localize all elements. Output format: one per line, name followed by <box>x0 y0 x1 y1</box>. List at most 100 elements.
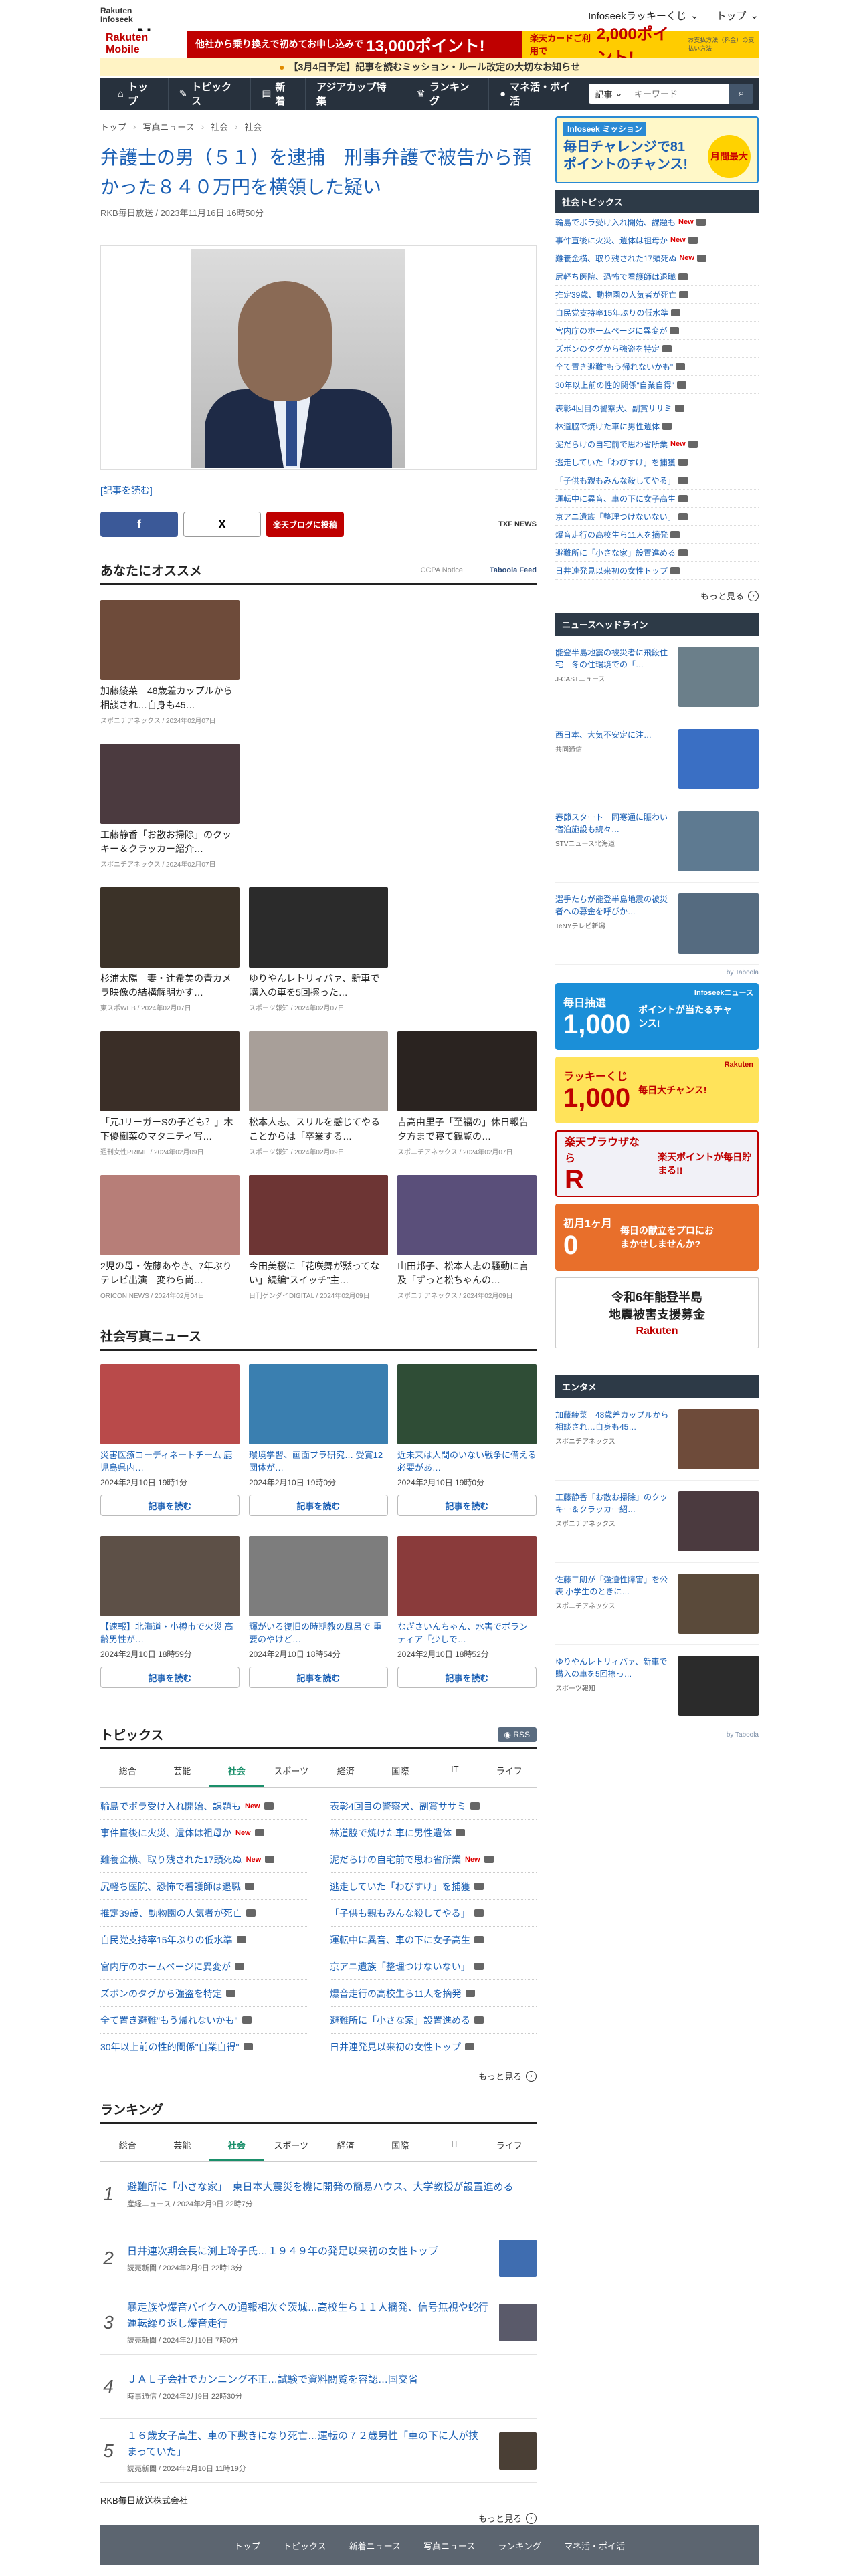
photonews-image[interactable] <box>249 1364 388 1444</box>
promo-banner[interactable]: 初月1ヶ月 0 毎日の献立をプロにおまかせしませんか? <box>555 1204 759 1271</box>
tab-0[interactable]: 総合 <box>100 1756 155 1787</box>
headline-item[interactable]: 春節スタート 同寒通に賑わい 宿泊施設も続々… STVニュース北海道 <box>555 800 759 883</box>
social-more-link[interactable]: もっと見る › <box>555 589 759 602</box>
footer-link[interactable]: トップ <box>234 2539 260 2552</box>
read-article-button[interactable]: 記事を読む <box>249 1667 388 1688</box>
photonews-image[interactable] <box>100 1536 240 1616</box>
headline-item[interactable]: 西日本、大気不安定に注… 共同通信 <box>555 718 759 800</box>
rank-thumbnail[interactable] <box>499 2432 537 2470</box>
social-topic-item[interactable]: 林道脇で焼けた車に男性遺体 <box>555 417 759 435</box>
read-article-button[interactable]: 記事を読む <box>249 1495 388 1516</box>
recommend-card[interactable]: 吉高由里子「至福の」休日報告 夕方まで寝て観覧の… スポニチアネックス / 202… <box>397 1031 537 1156</box>
rank-thumbnail[interactable] <box>499 2303 537 2341</box>
topic-item[interactable]: 事件直後に火災、遺体は祖母か New <box>100 1820 307 1846</box>
rank-title[interactable]: 日井連次期会長に渕上玲子氏…１９４９年の発足以来初の女性トップ <box>127 2244 488 2260</box>
social-topic-item[interactable]: 京アニ遺族「整理つけないない」 <box>555 508 759 526</box>
mission-banner[interactable]: Infoseek ミッション 毎日チャレンジで81ポイントのチャンス! 月間最大 <box>555 116 759 183</box>
tab-1[interactable]: 芸能 <box>155 2131 210 2161</box>
enta-image[interactable] <box>678 1491 759 1551</box>
photonews-title[interactable]: 近未来は人間のいない戦争に備える必要があ… <box>397 1448 537 1474</box>
enta-item[interactable]: 佐藤二朗が「強迫性障害」を公表 小学生のときに… スポニチアネックス <box>555 1563 759 1645</box>
taboola-credit[interactable]: by Taboola <box>555 969 759 976</box>
ranking-row[interactable]: 3 暴走族や爆音バイクへの通報相次ぐ茨城…高校生ら１１人摘発、信号無視や蛇行運転繰… <box>100 2290 537 2355</box>
nav-new[interactable]: ▤ 新着 <box>251 78 306 110</box>
search-input[interactable] <box>629 84 729 104</box>
recommend-card[interactable]: ゆりやんレトリィバァ、新車で購入の車を5回擦った… スポーツ報知 / 2024年0… <box>249 887 388 1012</box>
headline-title[interactable]: 能登半島地震の被災者に飛段住宅 冬の住環境での「… <box>555 647 670 671</box>
social-topic-item[interactable]: 爆音走行の高校生ら11人を摘発 <box>555 526 759 544</box>
social-topic-item[interactable]: 逃走していた「わびすけ」を捕獲 <box>555 453 759 471</box>
tab-4[interactable]: 経済 <box>318 1756 373 1787</box>
topic-item[interactable]: 輪島でボラ受け入れ開始、課題も New <box>100 1793 307 1820</box>
article-photo[interactable] <box>100 245 537 470</box>
read-article-link[interactable]: [記事を読む] <box>100 484 537 497</box>
topic-item[interactable]: ズボンのタグから強盗を特定 <box>100 1980 307 2007</box>
tab-6[interactable]: IT <box>427 2131 482 2161</box>
topic-item[interactable]: 「子供も親もみんな殺してやる」 <box>330 1900 537 1927</box>
topic-item[interactable]: 林道脇で焼けた車に男性遺体 <box>330 1820 537 1846</box>
topic-item[interactable]: 表彰4回目の警察犬、副賞ササミ <box>330 1793 537 1820</box>
tab-5[interactable]: 国際 <box>373 2131 428 2161</box>
ranking-row[interactable]: 4 ＪＡＬ子会社でカンニング不正…試験で資料閲覧を容認…国交省 時事通信 / 202… <box>100 2355 537 2419</box>
nav-money[interactable]: ● マネ活・ポイ活 <box>489 78 589 110</box>
ranking-row[interactable]: 2 日井連次期会長に渕上玲子氏…１９４９年の発足以来初の女性トップ 読売新聞 / 2… <box>100 2226 537 2290</box>
promo-banner[interactable]: Rakuten Mobile 他社から乗り換えで初めてお申し込みで 13,000ポ… <box>100 25 759 67</box>
topic-item[interactable]: 宮内庁のホームページに異変が <box>100 1953 307 1980</box>
facebook-share-button[interactable]: f <box>100 512 178 537</box>
headline-image[interactable] <box>678 729 759 789</box>
social-topic-item[interactable]: 30年以上前の性的関係"自業自得" <box>555 376 759 394</box>
topic-item[interactable]: 30年以上前の性的関係"自業自得" <box>100 2034 307 2060</box>
social-topic-item[interactable]: ズボンのタグから強盗を特定 <box>555 340 759 358</box>
read-article-button[interactable]: 記事を読む <box>100 1667 240 1688</box>
tab-1[interactable]: 芸能 <box>155 1756 210 1787</box>
breadcrumb-item[interactable]: トップ <box>100 120 126 133</box>
social-topic-item[interactable]: 尻軽ち医院、恐怖で看護師は退職 <box>555 267 759 286</box>
social-topic-item[interactable]: 宮内庁のホームページに異変が <box>555 322 759 340</box>
breadcrumb-item[interactable]: 社会 <box>244 120 262 133</box>
tab-6[interactable]: IT <box>427 1756 482 1787</box>
tab-2[interactable]: 社会 <box>209 2131 264 2161</box>
social-topic-item[interactable]: 避難所に「小さな家」設置進める <box>555 544 759 562</box>
rank-thumbnail[interactable] <box>499 2239 537 2277</box>
topic-item[interactable]: 運転中に異音、車の下に女子高生 <box>330 1927 537 1953</box>
photonews-image[interactable] <box>100 1364 240 1444</box>
photonews-title[interactable]: 環境学習、画面プラ研究… 受賞12団体が… <box>249 1448 388 1474</box>
footer-link[interactable]: 写真ニュース <box>423 2539 475 2552</box>
social-topic-item[interactable]: 表彰4回目の警察犬、副賞ササミ <box>555 399 759 417</box>
tab-4[interactable]: 経済 <box>318 2131 373 2161</box>
breadcrumb-item[interactable]: 写真ニュース <box>142 120 194 133</box>
tab-2[interactable]: 社会 <box>209 1756 264 1787</box>
enta-title[interactable]: 佐藤二朗が「強迫性障害」を公表 小学生のときに… <box>555 1574 670 1598</box>
photonews-image[interactable] <box>397 1536 537 1616</box>
headline-title[interactable]: 西日本、大気不安定に注… <box>555 729 670 741</box>
social-topic-item[interactable]: 日井連発見以来初の女性トップ <box>555 562 759 580</box>
social-topic-item[interactable]: 自民党支持率15年ぶりの低水準 <box>555 304 759 322</box>
ranking-row[interactable]: 1 避難所に「小さな家」 東日本大震災を機に開発の簡易ハウス、大学教授が設置進める… <box>100 2162 537 2226</box>
rank-title[interactable]: ＪＡＬ子会社でカンニング不正…試験で資料閲覧を容認…国交省 <box>127 2372 537 2388</box>
recommend-card[interactable]: 杉浦太陽 妻・辻希美の青カメラ映像の結構解明かす… 東スポWEB / 2024年0… <box>100 887 240 1012</box>
topic-item[interactable]: 日井連発見以来初の女性トップ <box>330 2034 537 2060</box>
topic-item[interactable]: 逃走していた「わびすけ」を捕獲 <box>330 1873 537 1900</box>
topic-item[interactable]: 避難所に「小さな家」設置進める <box>330 2007 537 2034</box>
taboola-credit[interactable]: by Taboola <box>555 1731 759 1739</box>
promo-banner[interactable]: 楽天ブラウザなら R 楽天ポイントが毎日貯まる!! <box>555 1130 759 1197</box>
x-share-button[interactable]: X <box>183 512 261 537</box>
nav-top[interactable]: ⌂ トップ <box>107 78 169 110</box>
tab-5[interactable]: 国際 <box>373 1756 428 1787</box>
topic-item[interactable]: 自民党支持率15年ぶりの低水準 <box>100 1927 307 1953</box>
promo-banner[interactable]: ラッキーくじ 1,000 毎日大チャンス! Rakuten <box>555 1057 759 1123</box>
recommend-card[interactable]: 加藤綾菜 48歳差カップルから相談され…自身も45… スポニチアネックス / 20… <box>100 600 240 725</box>
social-topic-item[interactable]: 事件直後に火災、遺体は祖母か New <box>555 231 759 249</box>
ccpa-notice[interactable]: CCPA Notice <box>421 566 463 574</box>
enta-item[interactable]: 加藤綾菜 48歳差カップルから相談され…自身も45… スポニチアネックス <box>555 1398 759 1481</box>
headline-image[interactable] <box>678 811 759 871</box>
nav-ranking[interactable]: ♛ ランキング <box>405 78 490 110</box>
read-article-button[interactable]: 記事を読む <box>397 1667 537 1688</box>
notice-bar[interactable]: ● 【3月4日予定】記事を読むミッション・ルール改定の大切なお知らせ <box>100 58 759 76</box>
tab-7[interactable]: ライフ <box>482 2131 537 2161</box>
recommend-card[interactable]: 松本人志、スリルを感じてやることからは「卒業する… スポーツ報知 / 2024年0… <box>249 1031 388 1156</box>
photonews-title[interactable]: 災害医療コーディネートチーム 鹿児島県内… <box>100 1448 240 1474</box>
photonews-title[interactable]: 輝がいる復旧の時期教の風呂で 重要のやけど… <box>249 1620 388 1646</box>
social-topic-item[interactable]: 推定39歳、動物園の人気者が死亡 <box>555 286 759 304</box>
recommend-card[interactable]: 工藤静香「お散お掃除」のクッキー＆クラッカー紹介… スポニチアネックス / 202… <box>100 744 240 869</box>
